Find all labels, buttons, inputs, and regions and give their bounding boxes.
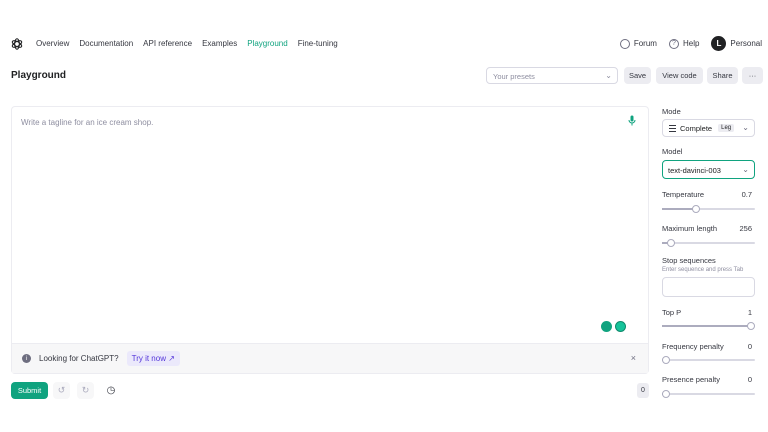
close-icon[interactable]: × — [631, 353, 636, 363]
stop-sequences-input[interactable] — [662, 277, 755, 297]
redo-icon[interactable]: ↻ — [77, 382, 94, 399]
history-icon[interactable]: ◷ — [104, 382, 118, 399]
frequency-penalty-label: Frequency penalty — [662, 342, 724, 351]
token-count: 0 — [637, 383, 649, 398]
presence-penalty-value: 0 — [747, 375, 752, 384]
max-length-slider-thumb[interactable] — [667, 239, 675, 247]
grammarly-icon[interactable] — [615, 321, 626, 332]
top-nav: Overview Documentation API reference Exa… — [0, 0, 768, 64]
external-link-icon: ↗ — [168, 354, 175, 363]
frequency-penalty-slider[interactable] — [662, 356, 755, 364]
model-select[interactable]: text-davinci-003 ⌄ — [662, 160, 755, 179]
try-it-label: Try it now — [131, 354, 166, 363]
legacy-badge: Leg — [718, 124, 735, 132]
stop-sequences-hint: Enter sequence and press Tab — [662, 267, 744, 273]
chevron-down-icon: ⌄ — [742, 165, 749, 174]
nav-documentation[interactable]: Documentation — [79, 39, 133, 48]
nav-links: Overview Documentation API reference Exa… — [36, 39, 338, 48]
chevron-down-icon: ⌄ — [742, 123, 749, 132]
frequency-penalty-value: 0 — [747, 342, 752, 351]
undo-icon[interactable]: ↺ — [53, 382, 70, 399]
banner-text: Looking for ChatGPT? — [39, 354, 119, 363]
max-length-label: Maximum length — [662, 224, 718, 233]
presets-select[interactable]: Your presets ⌄ — [486, 67, 618, 84]
page-title: Playground — [11, 70, 67, 81]
nav-right: Forum ? Help L Personal — [619, 36, 762, 51]
model-label: Model — [662, 147, 683, 156]
temperature-label: Temperature — [662, 190, 705, 199]
temperature-slider-fill — [662, 208, 696, 210]
help-label: Help — [682, 39, 700, 48]
prompt-editor[interactable]: Write a tagline for an ice cream shop. i… — [11, 106, 649, 374]
top-p-slider-thumb[interactable] — [747, 322, 755, 330]
submit-button[interactable]: Submit — [11, 382, 48, 399]
nav-api-reference[interactable]: API reference — [143, 39, 192, 48]
complete-mode-icon — [669, 124, 676, 132]
presets-placeholder: Your presets — [493, 72, 535, 81]
presence-penalty-slider-thumb[interactable] — [662, 390, 670, 398]
share-button[interactable]: Share — [707, 67, 738, 84]
nav-examples[interactable]: Examples — [202, 39, 237, 48]
temperature-value: 0.7 — [741, 190, 752, 199]
top-p-slider-fill — [662, 325, 751, 327]
frequency-penalty-slider-thumb[interactable] — [662, 356, 670, 364]
nav-overview[interactable]: Overview — [36, 39, 69, 48]
nav-fine-tuning[interactable]: Fine-tuning — [298, 39, 338, 48]
view-code-button[interactable]: View code — [656, 67, 703, 84]
temperature-slider[interactable] — [662, 205, 755, 213]
top-p-slider[interactable] — [662, 322, 755, 330]
help-link[interactable]: ? Help — [668, 38, 700, 49]
presence-penalty-slider[interactable] — [662, 390, 755, 398]
extension-icons — [601, 321, 626, 332]
max-length-slider[interactable] — [662, 239, 755, 247]
max-length-value: 256 — [739, 224, 752, 233]
location-pin-icon[interactable] — [601, 321, 612, 332]
forum-label: Forum — [633, 39, 657, 48]
mode-value: Complete — [680, 123, 713, 133]
chevron-down-icon: ⌄ — [605, 71, 612, 80]
help-icon: ? — [668, 38, 679, 49]
top-p-label: Top P — [662, 308, 682, 317]
save-button[interactable]: Save — [624, 67, 651, 84]
openai-logo-icon[interactable] — [10, 37, 24, 51]
stop-sequences-label: Stop sequences — [662, 256, 716, 265]
more-options-button[interactable]: ··· — [742, 67, 763, 84]
top-p-value: 1 — [747, 308, 752, 317]
try-it-now-link[interactable]: Try it now ↗ — [126, 351, 180, 366]
mode-label: Mode — [662, 107, 681, 116]
avatar: L — [711, 36, 727, 51]
forum-link[interactable]: Forum — [619, 38, 657, 49]
account-menu[interactable]: L Personal — [711, 36, 762, 51]
microphone-icon[interactable] — [628, 115, 636, 126]
chat-bubble-icon — [619, 38, 630, 49]
nav-playground[interactable]: Playground — [247, 39, 287, 48]
account-label: Personal — [730, 39, 762, 48]
prompt-placeholder: Write a tagline for an ice cream shop. — [21, 118, 154, 127]
info-icon: i — [22, 354, 31, 363]
mode-select[interactable]: Complete Leg ⌄ — [662, 119, 755, 137]
chatgpt-banner: i Looking for ChatGPT? Try it now ↗ × — [12, 343, 648, 373]
presence-penalty-label: Presence penalty — [662, 375, 720, 384]
model-value: text-davinci-003 — [668, 166, 721, 175]
temperature-slider-thumb[interactable] — [692, 205, 700, 213]
